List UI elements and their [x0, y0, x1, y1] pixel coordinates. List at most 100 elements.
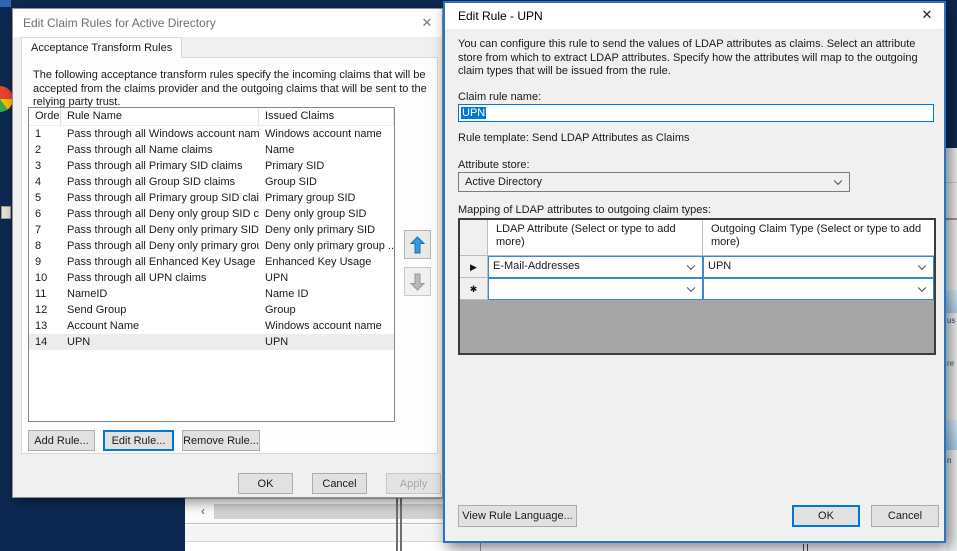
column-header-issued-claims[interactable]: Issued Claims: [259, 108, 394, 125]
text-fragment: n: [947, 456, 951, 465]
table-row[interactable]: 6Pass through all Deny only group SID cl…: [29, 206, 394, 222]
table-row[interactable]: 4Pass through all Group SID claimsGroup …: [29, 174, 394, 190]
row-current-marker-icon[interactable]: ▶: [460, 256, 488, 278]
cell-order: 9: [29, 254, 61, 270]
chevron-down-icon: [687, 284, 695, 292]
cell-issued-claims: Primary SID: [259, 158, 394, 174]
column-header-rule-name[interactable]: Rule Name: [61, 108, 259, 125]
window-edge-divider: [396, 498, 402, 551]
ldap-attribute-header[interactable]: LDAP Attribute (Select or type to add mo…: [488, 220, 703, 255]
taskbar-fragment: [0, 0, 11, 7]
divider: [946, 182, 957, 183]
cell-issued-claims: Name: [259, 142, 394, 158]
selected-row-fragment: [946, 290, 957, 313]
table-row[interactable]: 10Pass through all UPN claimsUPN: [29, 270, 394, 286]
edit-rule-button[interactable]: Edit Rule...: [103, 430, 174, 451]
ok-button[interactable]: OK: [792, 505, 860, 527]
cell-order: 8: [29, 238, 61, 254]
table-row[interactable]: 3Pass through all Primary SID claimsPrim…: [29, 158, 394, 174]
column-header-order[interactable]: Order: [29, 108, 61, 125]
list-header: Order Rule Name Issued Claims: [29, 108, 394, 126]
scroll-left-arrow-icon[interactable]: ‹: [195, 502, 211, 520]
cell-issued-claims: Windows account name: [259, 318, 394, 334]
cell-issued-claims: Enhanced Key Usage: [259, 254, 394, 270]
cell-issued-claims: Group: [259, 302, 394, 318]
dialog-title: Edit Rule - UPN: [458, 9, 543, 23]
grid-header: LDAP Attribute (Select or type to add mo…: [460, 220, 934, 256]
table-row[interactable]: 7Pass through all Deny only primary SID …: [29, 222, 394, 238]
cell-order: 5: [29, 190, 61, 206]
horizontal-scrollbar[interactable]: ‹: [185, 499, 480, 524]
chevron-down-icon: [918, 284, 926, 292]
cell-order: 12: [29, 302, 61, 318]
attribute-store-value: Active Directory: [465, 176, 542, 188]
table-row[interactable]: 5Pass through all Primary group SID clai…: [29, 190, 394, 206]
ldap-attribute-value: E-Mail-Addresses: [493, 260, 580, 272]
cell-rule-name: NameID: [61, 286, 259, 302]
cancel-button[interactable]: Cancel: [871, 505, 939, 527]
grid-row-new: ✱: [460, 278, 934, 300]
table-row[interactable]: 12Send GroupGroup: [29, 302, 394, 318]
row-selector-header: [460, 220, 488, 255]
close-icon[interactable]: ✕: [418, 14, 436, 32]
ok-button[interactable]: OK: [238, 473, 293, 494]
add-rule-button[interactable]: Add Rule...: [28, 430, 95, 451]
edit-rule-upn-dialog: Edit Rule - UPN ✕ You can configure this…: [443, 1, 946, 543]
dialog-description: The following acceptance transform rules…: [33, 69, 433, 110]
apply-button: Apply: [386, 473, 441, 494]
move-down-button[interactable]: [404, 267, 431, 296]
row-new-marker-icon[interactable]: ✱: [460, 278, 488, 300]
table-row[interactable]: 13Account NameWindows account name: [29, 318, 394, 334]
divider: [946, 218, 957, 220]
table-row-selected[interactable]: 14UPNUPN: [29, 334, 394, 350]
arrow-up-icon: [410, 236, 425, 254]
cell-order: 1: [29, 126, 61, 142]
cell-rule-name: Pass through all Windows account name...: [61, 126, 259, 142]
cell-issued-claims: Name ID: [259, 286, 394, 302]
cell-rule-name: Pass through all Group SID claims: [61, 174, 259, 190]
table-row[interactable]: 2Pass through all Name claimsName: [29, 142, 394, 158]
cell-rule-name: Account Name: [61, 318, 259, 334]
attribute-store-label: Attribute store:: [458, 159, 530, 171]
dialog-description: You can configure this rule to send the …: [458, 38, 936, 79]
table-row[interactable]: 11NameIDName ID: [29, 286, 394, 302]
claim-rules-list[interactable]: Order Rule Name Issued Claims 1Pass thro…: [28, 107, 395, 422]
cell-issued-claims: Deny only primary group ...: [259, 238, 394, 254]
move-up-button[interactable]: [404, 230, 431, 259]
selected-row-fragment: [946, 420, 957, 450]
title-bar[interactable]: Edit Claim Rules for Active Directory ✕: [13, 9, 442, 37]
cell-issued-claims: UPN: [259, 270, 394, 286]
selected-text: UPN: [461, 107, 486, 119]
table-row[interactable]: 8Pass through all Deny only primary grou…: [29, 238, 394, 254]
text-fragment: re: [947, 359, 954, 368]
table-row[interactable]: 1Pass through all Windows account name..…: [29, 126, 394, 142]
cell-issued-claims: Group SID: [259, 174, 394, 190]
close-icon[interactable]: ✕: [918, 6, 936, 24]
cell-issued-claims: UPN: [259, 334, 394, 350]
background-panel-row: [185, 525, 480, 542]
cell-order: 11: [29, 286, 61, 302]
outgoing-claim-type-value: UPN: [708, 260, 731, 272]
outgoing-claim-type-dropdown[interactable]: UPN: [703, 256, 934, 278]
cell-order: 14: [29, 334, 61, 350]
tab-acceptance-transform-rules[interactable]: Acceptance Transform Rules: [21, 37, 182, 58]
attribute-store-dropdown[interactable]: Active Directory: [458, 172, 850, 192]
outgoing-claim-type-header[interactable]: Outgoing Claim Type (Select or type to a…: [703, 220, 934, 255]
chevron-down-icon: [834, 177, 842, 185]
cancel-button[interactable]: Cancel: [312, 473, 367, 494]
ldap-attribute-dropdown[interactable]: E-Mail-Addresses: [488, 256, 703, 278]
title-bar[interactable]: Edit Rule - UPN ✕: [445, 3, 944, 29]
remove-rule-button[interactable]: Remove Rule...: [182, 430, 260, 451]
view-rule-language-button[interactable]: View Rule Language...: [458, 505, 577, 527]
chevron-down-icon: [918, 262, 926, 270]
document-icon: [1, 206, 11, 219]
cell-rule-name: Send Group: [61, 302, 259, 318]
mapping-grid: LDAP Attribute (Select or type to add mo…: [458, 218, 936, 355]
scrollbar-thumb[interactable]: [214, 504, 476, 519]
outgoing-claim-type-dropdown[interactable]: [703, 278, 934, 300]
cell-rule-name: UPN: [61, 334, 259, 350]
table-row[interactable]: 9Pass through all Enhanced Key Usage cl.…: [29, 254, 394, 270]
ldap-attribute-dropdown[interactable]: [488, 278, 703, 300]
cell-order: 6: [29, 206, 61, 222]
claim-rule-name-input[interactable]: UPN: [458, 104, 934, 122]
